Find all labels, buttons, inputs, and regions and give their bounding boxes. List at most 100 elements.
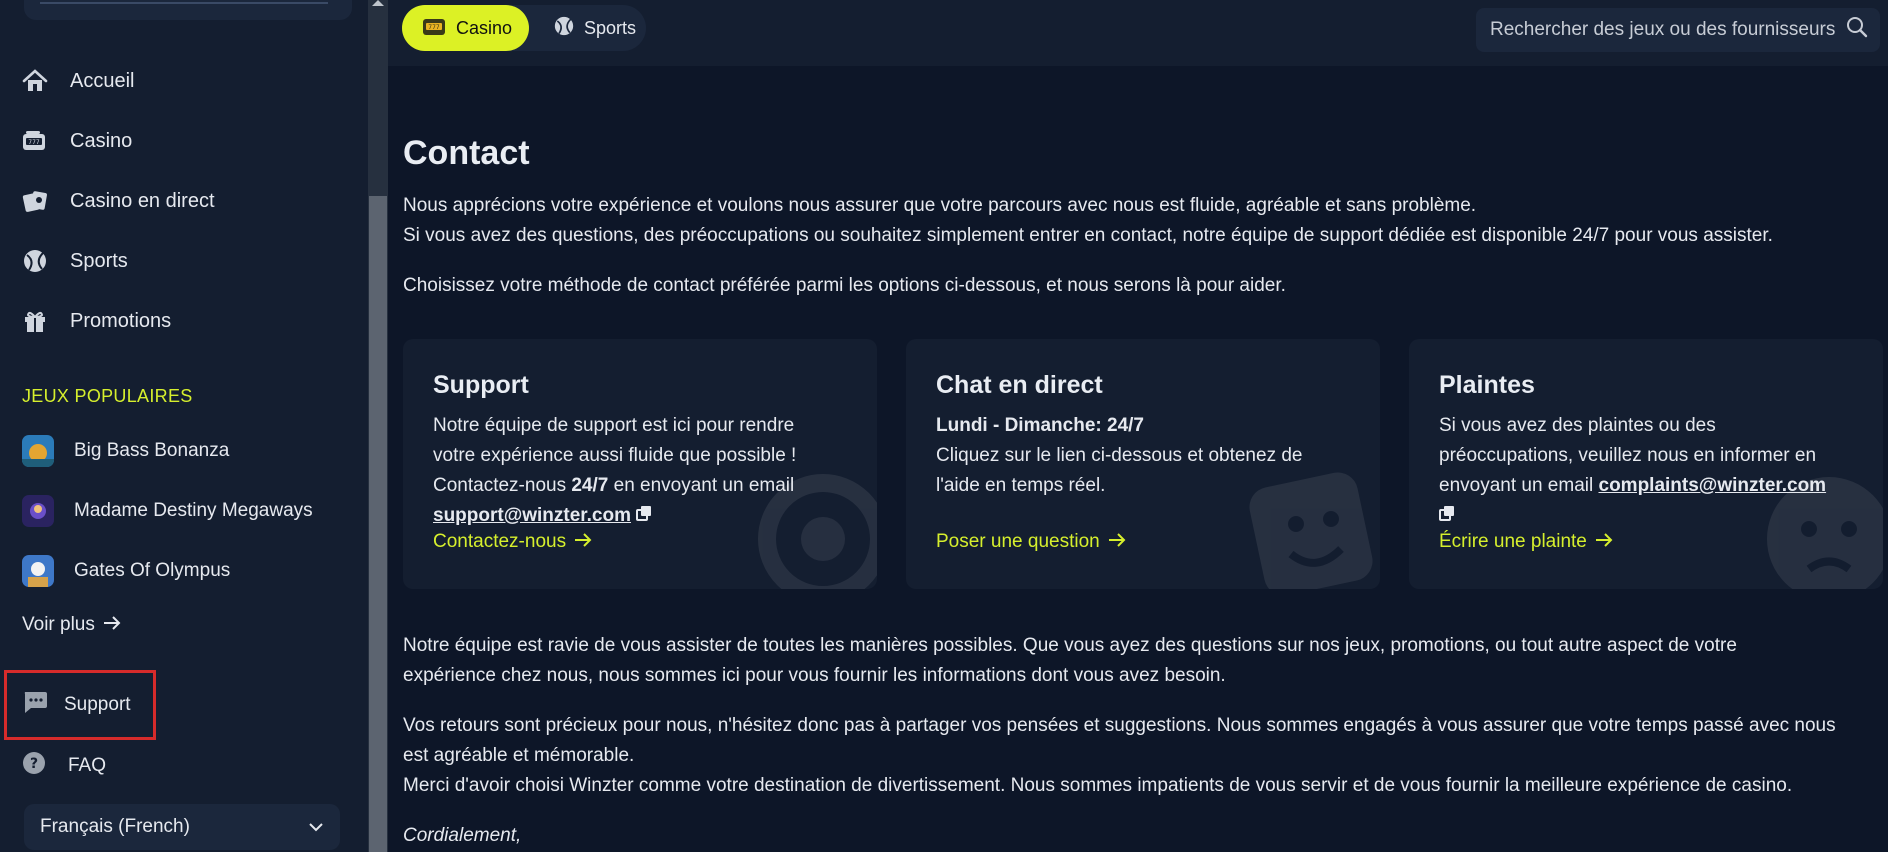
sidebar-item-label: Casino xyxy=(70,129,133,152)
gift-icon xyxy=(22,308,48,334)
card-body: Notre équipe de support est ici pour ren… xyxy=(433,411,853,531)
scroll-up-arrow[interactable] xyxy=(372,0,384,6)
slot-machine-icon: 777 xyxy=(22,128,48,154)
ask-question-link[interactable]: Poser une question xyxy=(936,531,1126,553)
arrow-right-icon xyxy=(1108,531,1126,553)
card-title: Chat en direct xyxy=(936,371,1103,399)
home-icon xyxy=(22,68,48,94)
game-thumbnail xyxy=(22,495,54,527)
card-text: votre expérience aussi fluide que possib… xyxy=(433,445,797,466)
game-thumbnail xyxy=(22,435,54,467)
game-thumbnail xyxy=(22,555,54,587)
support-card: Support Notre équipe de support est ici … xyxy=(403,339,877,589)
card-title: Plaintes xyxy=(1439,371,1535,399)
tab-label: Casino xyxy=(456,17,513,38)
sidebar-item-label: Support xyxy=(64,694,131,715)
card-text-part: Contactez-nous xyxy=(433,475,572,496)
search-placeholder: Rechercher des jeux ou des fournisseurs xyxy=(1490,19,1836,40)
sidebar-scrollbar[interactable] xyxy=(368,0,388,852)
write-complaint-link[interactable]: Écrire une plainte xyxy=(1439,531,1613,553)
tab-casino[interactable]: 777 Casino xyxy=(402,5,529,51)
contact-us-link[interactable]: Contactez-nous xyxy=(433,531,592,553)
sidebar-item-label: Promotions xyxy=(70,309,172,332)
card-body: Si vous avez des plaintes ou des préoccu… xyxy=(1439,411,1859,531)
sidebar-item-faq[interactable]: ? FAQ xyxy=(22,751,106,781)
body-paragraph-2a: Vos retours sont précieux pour nous, n'h… xyxy=(403,715,1836,736)
card-text-bold: 24/7 xyxy=(571,475,609,496)
card-hours: Lundi - Dimanche: 24/7 xyxy=(936,415,1144,436)
sidebar: Accueil 777 Casino Casino en direct Spor… xyxy=(0,0,368,852)
sidebar-item-label: FAQ xyxy=(68,755,107,776)
sidebar-item-label: Sports xyxy=(70,249,128,272)
sidebar-item-promotions[interactable]: Promotions xyxy=(22,308,171,334)
sidebar-item-sports[interactable]: Sports xyxy=(22,248,128,274)
sidebar-item-label: Casino en direct xyxy=(70,189,215,212)
card-text: Cliquez sur le lien ci-dessous et obtene… xyxy=(936,445,1303,466)
game-label: Madame Destiny Megaways xyxy=(74,500,313,521)
body-paragraph-1b: expérience chez nous, nous sommes ici po… xyxy=(403,665,1226,686)
card-text: l'aide en temps réel. xyxy=(936,475,1106,496)
page-title: Contact xyxy=(403,134,530,172)
tab-label: Sports xyxy=(584,17,637,38)
external-link-icon[interactable] xyxy=(636,505,652,526)
game-item-big-bass-bonanza[interactable]: Big Bass Bonanza xyxy=(22,435,229,467)
category-tabs: 777 Casino Sports xyxy=(402,5,646,51)
tab-sports[interactable]: Sports xyxy=(534,5,656,51)
ball-icon xyxy=(554,16,574,41)
complaints-email-link[interactable]: complaints@winzter.com xyxy=(1599,475,1827,496)
sidebar-item-casino-en-direct[interactable]: Casino en direct xyxy=(22,188,215,214)
closing-text: Cordialement, xyxy=(403,825,522,846)
scroll-thumb[interactable] xyxy=(369,196,387,852)
sidebar-item-label: Accueil xyxy=(70,69,135,92)
sidebar-item-support[interactable]: Support xyxy=(22,690,131,720)
sidebar-item-casino[interactable]: 777 Casino xyxy=(22,128,132,154)
link-label: Contactez-nous xyxy=(433,531,567,552)
card-body: Lundi - Dimanche: 24/7 Cliquez sur le li… xyxy=(936,411,1356,501)
see-more-link[interactable]: Voir plus xyxy=(22,614,121,636)
game-label: Gates Of Olympus xyxy=(74,560,231,581)
card-text: préoccupations, veuillez nous en informe… xyxy=(1439,445,1817,466)
chevron-down-icon xyxy=(308,816,324,838)
game-label: Big Bass Bonanza xyxy=(74,440,230,461)
card-text-part: en envoyant un email xyxy=(608,475,795,496)
sidebar-top-search[interactable] xyxy=(24,0,352,20)
support-email-link[interactable]: support@winzter.com xyxy=(433,505,631,526)
arrow-right-icon xyxy=(1595,531,1613,553)
search-input[interactable]: Rechercher des jeux ou des fournisseurs xyxy=(1476,8,1880,52)
arrow-right-icon xyxy=(103,614,121,636)
topbar: 777 Casino Sports Rechercher des jeux ou… xyxy=(388,0,1888,66)
see-more-label: Voir plus xyxy=(22,614,95,635)
body-paragraph-2c: Merci d'avoir choisi Winzter comme votre… xyxy=(403,775,1793,796)
card-text: Contactez-nous 24/7 en envoyant un email xyxy=(433,471,853,501)
body-paragraph-1a: Notre équipe est ravie de vous assister … xyxy=(403,635,1737,656)
chat-bubble-icon xyxy=(22,690,48,720)
intro-text-3: Choisissez votre méthode de contact préf… xyxy=(403,275,1286,296)
arrow-right-icon xyxy=(574,531,592,553)
sidebar-item-accueil[interactable]: Accueil xyxy=(22,68,134,94)
slot-machine-icon: 777 xyxy=(422,16,446,41)
svg-text:?: ? xyxy=(30,756,38,772)
game-item-madame-destiny-megaways[interactable]: Madame Destiny Megaways xyxy=(22,495,313,527)
complaints-card: Plaintes Si vous avez des plaintes ou de… xyxy=(1409,339,1883,589)
card-text: envoyant un email complaints@winzter.com xyxy=(1439,471,1859,501)
body-paragraph-2b: est agréable et mémorable. xyxy=(403,745,635,766)
external-link-icon[interactable] xyxy=(1439,505,1455,526)
intro-text-2: Si vous avez des questions, des préoccup… xyxy=(403,225,1773,246)
help-icon: ? xyxy=(22,751,46,781)
intro-text-1: Nous apprécions votre expérience et voul… xyxy=(403,195,1477,216)
game-item-gates-of-olympus[interactable]: Gates Of Olympus xyxy=(22,555,230,587)
external-link-row xyxy=(1439,501,1859,531)
live-chat-card: Chat en direct Lundi - Dimanche: 24/7 Cl… xyxy=(906,339,1380,589)
svg-text:777: 777 xyxy=(28,139,40,146)
card-title: Support xyxy=(433,371,529,399)
card-text: Si vous avez des plaintes ou des xyxy=(1439,415,1716,436)
language-value: Français (French) xyxy=(40,816,190,837)
cards-icon xyxy=(22,188,48,214)
card-text: Notre équipe de support est ici pour ren… xyxy=(433,415,795,436)
email-row: support@winzter.com xyxy=(433,501,853,531)
popular-games-title: JEUX POPULAIRES xyxy=(22,386,193,406)
link-label: Écrire une plainte xyxy=(1439,531,1587,552)
language-select[interactable]: Français (French) xyxy=(24,804,340,850)
ball-icon xyxy=(22,248,48,274)
search-icon xyxy=(1846,16,1868,44)
